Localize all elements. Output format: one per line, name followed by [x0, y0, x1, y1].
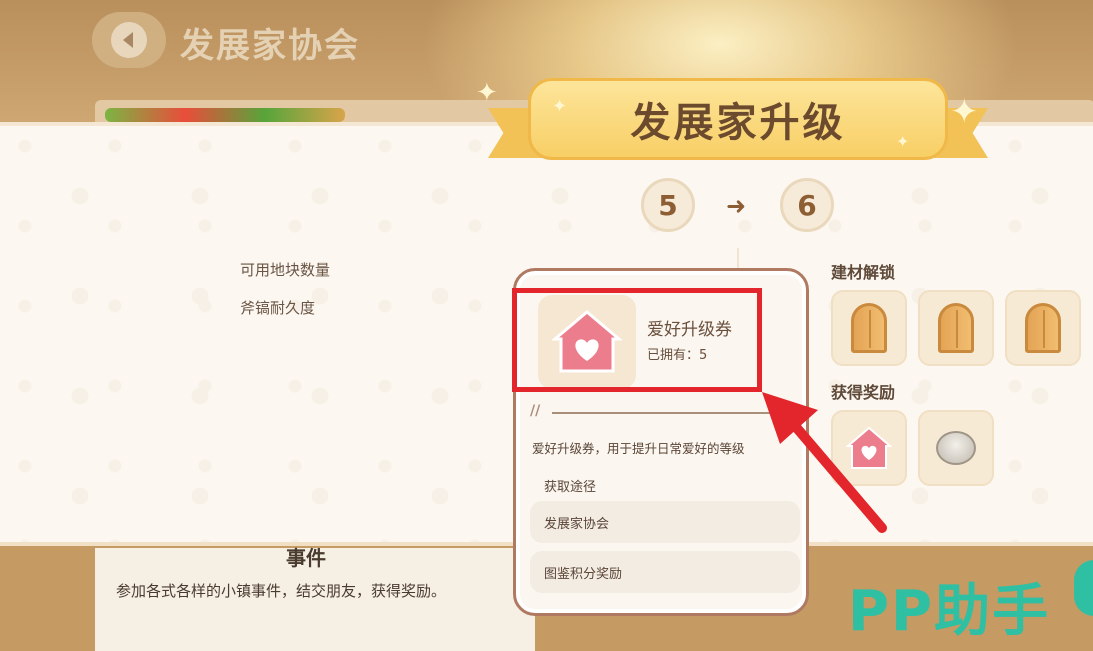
fruit-image — [105, 108, 345, 122]
divider-slash-icon: // — [530, 403, 541, 419]
door-item[interactable] — [1005, 290, 1081, 366]
watermark-logo — [1074, 560, 1093, 616]
source-item[interactable]: 图鉴积分奖励 — [530, 551, 800, 593]
event-description: 参加各式各样的小镇事件，结交朋友，获得奖励。 — [116, 582, 447, 600]
red-arrow-icon — [762, 392, 887, 533]
ribbon-banner: 发展家升级 — [528, 78, 948, 160]
level-from-badge: 5 — [641, 178, 695, 232]
sparkle-icon: ✦ — [896, 132, 910, 151]
door-icon — [938, 303, 974, 353]
title-ribbon: 发展家升级 — [488, 78, 988, 188]
plate-icon — [936, 431, 976, 465]
sources-title: 获取途径 — [544, 480, 597, 495]
door-icon — [1025, 303, 1061, 353]
page-title: 发展家协会 — [180, 26, 360, 66]
highlight-box — [512, 288, 762, 392]
watermark-text: PP助手 — [848, 579, 1051, 644]
right-arrow-icon: ➜ — [726, 192, 747, 220]
sparkle-icon: ✦ — [950, 92, 979, 132]
ribbon-title: 发展家升级 — [630, 100, 846, 146]
door-icon — [851, 303, 887, 353]
stat-label-plots: 可用地块数量 — [240, 261, 331, 279]
sparkle-icon: ✦ — [476, 78, 498, 108]
door-item[interactable] — [918, 290, 994, 366]
item-description: 爱好升级券，用于提升日常爱好的等级 — [532, 441, 745, 456]
sparkle-icon: ✦ — [552, 96, 568, 117]
unlock-section-title: 建材解锁 — [831, 263, 896, 282]
back-arrow-icon — [111, 22, 147, 58]
door-item[interactable] — [831, 290, 907, 366]
stat-label-durability: 斧镐耐久度 — [240, 299, 316, 317]
event-title: 事件 — [286, 546, 326, 570]
popup-divider — [552, 412, 792, 414]
back-button[interactable] — [92, 12, 166, 68]
level-to-badge: 6 — [780, 178, 834, 232]
reward-item[interactable] — [918, 410, 994, 486]
